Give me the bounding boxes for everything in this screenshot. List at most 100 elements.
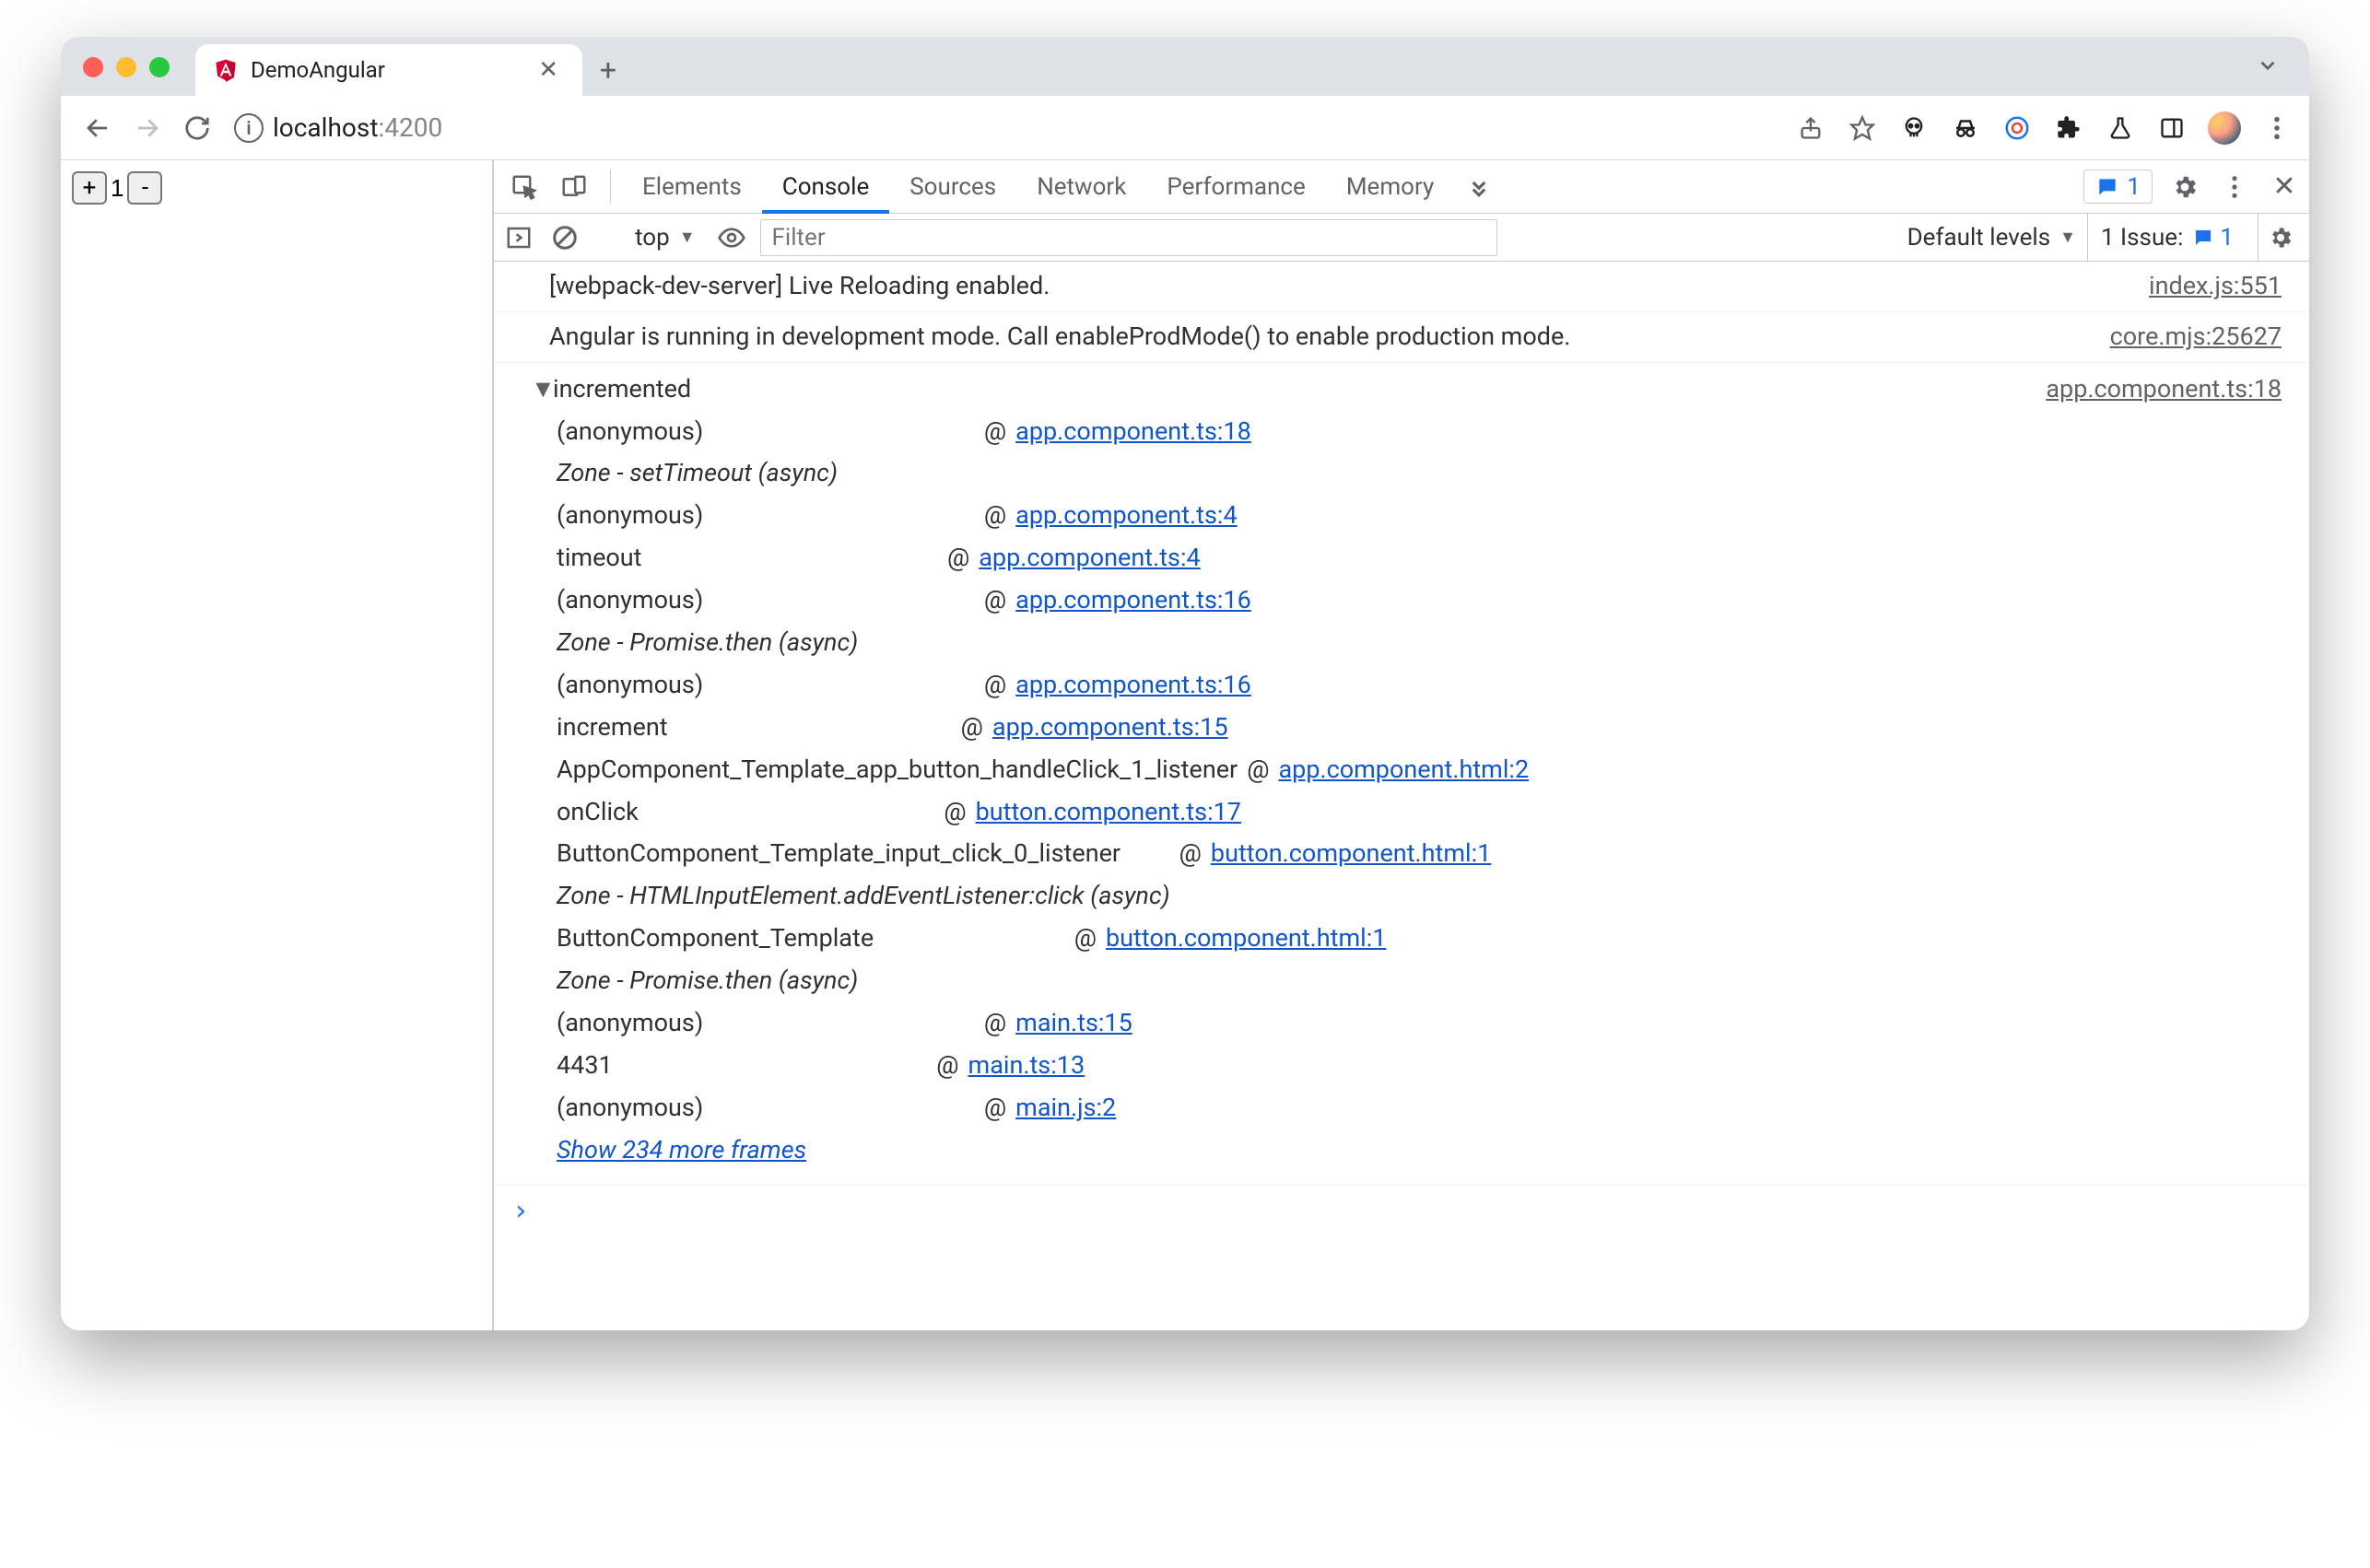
log-source-link[interactable]: index.js:551 <box>2130 267 2282 306</box>
log-levels-selector[interactable]: Default levels▼ <box>1907 224 2076 252</box>
labs-flask-icon[interactable] <box>2105 112 2136 144</box>
devtools-close-button[interactable]: ✕ <box>2259 160 2309 213</box>
disclosure-triangle-icon[interactable]: ▼ <box>531 369 553 411</box>
extension-incognito-icon[interactable] <box>1950 112 1981 144</box>
live-expression-eye-icon[interactable] <box>714 220 749 255</box>
frame-source-link[interactable]: button.component.ts:17 <box>976 791 1241 834</box>
stack-frame: timeout @app.component.ts:4 <box>557 537 2282 579</box>
frame-source-link[interactable]: app.component.ts:18 <box>1015 411 1251 453</box>
inspect-element-icon[interactable] <box>499 160 549 213</box>
at-symbol: @ <box>952 707 992 749</box>
extensions-puzzle-icon[interactable] <box>2053 112 2084 144</box>
share-icon[interactable] <box>1795 112 1826 144</box>
new-tab-button[interactable]: + <box>582 44 634 96</box>
issues-indicator[interactable]: 1 Issue: 1 <box>2087 214 2247 261</box>
browser-window: DemoAngular ✕ + i localhost:4200 <box>61 37 2309 1330</box>
extension-lens-icon[interactable] <box>2001 112 2033 144</box>
address-bar[interactable]: i localhost:4200 <box>227 103 442 153</box>
tab-memory[interactable]: Memory <box>1326 160 1454 213</box>
at-symbol: @ <box>975 1087 1015 1129</box>
show-more-frames-link[interactable]: Show 234 more frames <box>531 1135 806 1164</box>
tab-close-button[interactable]: ✕ <box>533 56 564 84</box>
stack-frame: AppComponent_Template_app_button_handleC… <box>557 749 2282 791</box>
tabs-overflow-icon[interactable] <box>1454 160 1504 213</box>
clear-console-icon[interactable] <box>547 220 582 255</box>
tab-network[interactable]: Network <box>1016 160 1146 213</box>
extension-skull-icon[interactable] <box>1898 112 1930 144</box>
close-window-button[interactable] <box>83 57 103 77</box>
reload-button[interactable] <box>177 108 217 148</box>
sidepanel-icon[interactable] <box>2156 112 2188 144</box>
frame-function: (anonymous) <box>557 1087 975 1129</box>
forward-button[interactable] <box>127 108 168 148</box>
profile-avatar[interactable] <box>2208 111 2241 145</box>
frame-source-link[interactable]: main.ts:15 <box>1015 1002 1132 1045</box>
decrement-button[interactable]: - <box>127 171 162 205</box>
tab-sources[interactable]: Sources <box>889 160 1016 213</box>
trace-source-link[interactable]: app.component.ts:18 <box>2046 369 2282 411</box>
filter-input[interactable] <box>760 219 1497 256</box>
frame-function: (anonymous) <box>557 1002 975 1045</box>
frame-function: (anonymous) <box>557 664 975 707</box>
stack-frame: onClick @button.component.ts:17 <box>557 791 2282 834</box>
frame-source-link[interactable]: app.component.ts:16 <box>1015 579 1251 622</box>
window-controls <box>77 57 195 96</box>
frame-source-link[interactable]: app.component.html:2 <box>1278 749 1529 791</box>
frame-source-link[interactable]: main.js:2 <box>1015 1087 1116 1129</box>
device-toolbar-icon[interactable] <box>549 160 599 213</box>
stack-frame: (anonymous) @app.component.ts:16 <box>557 664 2282 707</box>
browser-toolbar: i localhost:4200 <box>61 96 2309 160</box>
devtools-settings-icon[interactable] <box>2160 160 2210 213</box>
async-zone-label: Zone - Promise.then (async) <box>557 960 2282 1002</box>
bookmark-star-icon[interactable] <box>1847 112 1878 144</box>
app-viewport: + 1 - <box>61 160 494 1330</box>
counter-value: 1 <box>107 174 127 203</box>
at-symbol: @ <box>975 495 1015 537</box>
tab-console[interactable]: Console <box>762 160 889 213</box>
increment-button[interactable]: + <box>72 171 107 205</box>
frame-function: AppComponent_Template_app_button_handleC… <box>557 749 1238 791</box>
stack-frame: (anonymous) @main.js:2 <box>557 1087 2282 1129</box>
log-source-link[interactable]: core.mjs:25627 <box>2092 318 2282 357</box>
at-symbol: @ <box>975 411 1015 453</box>
frame-source-link[interactable]: app.component.ts:4 <box>1015 495 1237 537</box>
tab-title: DemoAngular <box>251 57 385 83</box>
tabs-overflow-button[interactable] <box>2243 44 2293 96</box>
at-symbol: @ <box>927 1045 968 1087</box>
stack-frame: ButtonComponent_Template_input_click_0_l… <box>557 833 2282 875</box>
trace-label: incremented <box>553 369 691 411</box>
stack-frame: increment @app.component.ts:15 <box>557 707 2282 749</box>
tab-performance[interactable]: Performance <box>1146 160 1325 213</box>
messages-badge[interactable]: 1 <box>2083 170 2153 204</box>
at-symbol: @ <box>934 791 975 834</box>
execution-context-selector[interactable]: top▼ <box>628 224 703 252</box>
console-prompt[interactable]: › <box>494 1186 2309 1236</box>
async-zone-label: Zone - HTMLInputElement.addEventListener… <box>557 875 2282 918</box>
browser-tab[interactable]: DemoAngular ✕ <box>195 44 582 96</box>
maximize-window-button[interactable] <box>149 57 170 77</box>
stack-frame: (anonymous) @app.component.ts:4 <box>557 495 2282 537</box>
frame-source-link[interactable]: main.ts:13 <box>968 1045 1085 1087</box>
frame-source-link[interactable]: app.component.ts:16 <box>1015 664 1251 707</box>
site-info-icon[interactable]: i <box>234 113 264 143</box>
log-message: [webpack-dev-server] Live Reloading enab… <box>549 267 2130 306</box>
tab-elements[interactable]: Elements <box>622 160 762 213</box>
content-area: + 1 - Elements Console Sources Network P… <box>61 160 2309 1330</box>
stack-frame: (anonymous) @app.component.ts:18 <box>557 411 2282 453</box>
stack-frame: (anonymous) @main.ts:15 <box>557 1002 2282 1045</box>
console-toolbar: top▼ Default levels▼ 1 Issue: 1 <box>494 214 2309 262</box>
chrome-menu-icon[interactable] <box>2261 112 2293 144</box>
console-sidebar-toggle-icon[interactable] <box>501 220 536 255</box>
minimize-window-button[interactable] <box>116 57 136 77</box>
frame-source-link[interactable]: app.component.ts:4 <box>979 537 1200 579</box>
messages-count: 1 <box>2127 173 2141 201</box>
frame-source-link[interactable]: button.component.html:1 <box>1106 918 1386 960</box>
at-symbol: @ <box>975 1002 1015 1045</box>
at-symbol: @ <box>975 664 1015 707</box>
back-button[interactable] <box>77 108 118 148</box>
frame-source-link[interactable]: button.component.html:1 <box>1211 833 1491 875</box>
devtools-menu-icon[interactable] <box>2210 160 2259 213</box>
frame-source-link[interactable]: app.component.ts:15 <box>992 707 1228 749</box>
frame-function: 4431 <box>557 1045 927 1087</box>
console-settings-icon[interactable] <box>2258 214 2302 261</box>
